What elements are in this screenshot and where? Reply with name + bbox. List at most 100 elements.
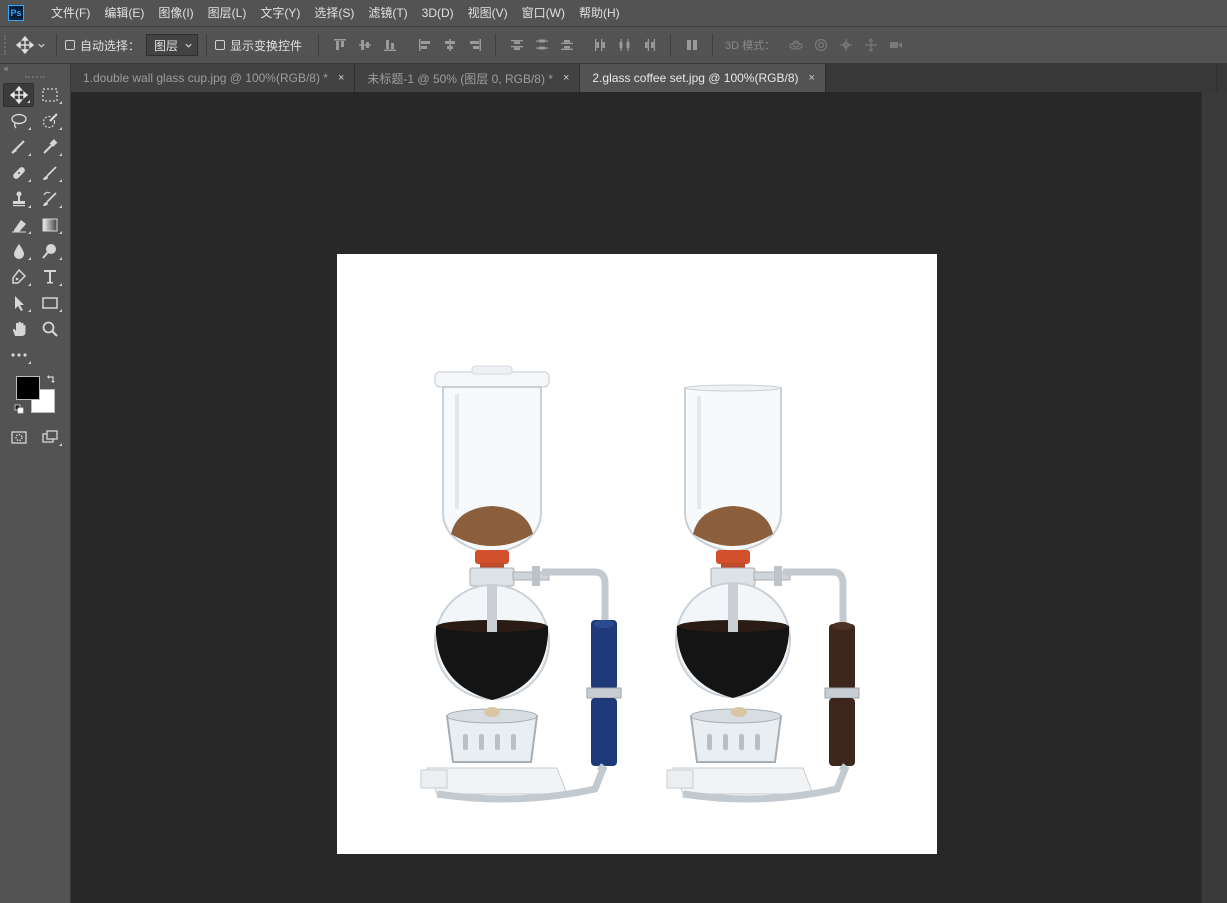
menu-image[interactable]: 图像(I) (151, 0, 200, 26)
distribute-top-edges-button[interactable] (504, 35, 529, 55)
rectangle-icon (41, 297, 58, 309)
move-icon (16, 36, 34, 54)
3d-slide-button[interactable] (858, 35, 883, 55)
move-tool[interactable] (3, 83, 34, 107)
3d-pan-button[interactable] (833, 35, 858, 55)
close-icon[interactable]: × (808, 72, 814, 84)
document-tab-title: 2.glass coffee set.jpg @ 100%(RGB/8) (592, 71, 799, 85)
healing-brush-tool[interactable] (3, 161, 34, 185)
bandage-icon (12, 167, 25, 179)
menu-3d[interactable]: 3D(D) (415, 0, 461, 26)
color-swatches (0, 372, 70, 420)
screen-mode-icon (41, 430, 58, 443)
align-right-edges-button[interactable] (462, 35, 487, 55)
hand-tool[interactable] (3, 317, 34, 341)
align-vertical-centers-button[interactable] (352, 35, 377, 55)
auto-select-label: 自动选择： (80, 38, 141, 53)
water-drop-icon (13, 244, 24, 259)
divider (712, 34, 714, 56)
gradient-tool[interactable] (34, 213, 65, 237)
show-transform-checkbox[interactable] (215, 40, 226, 50)
lasso-tool[interactable] (3, 109, 34, 133)
distribute-right-edges-button[interactable] (637, 35, 662, 55)
history-brush-icon (42, 191, 57, 206)
eraser-icon (11, 220, 26, 233)
distribute-vertical-centers-button[interactable] (529, 35, 554, 55)
foreground-color-swatch[interactable] (16, 376, 40, 400)
syphon-coffee-makers-image (420, 365, 860, 803)
zoom-tool[interactable] (34, 317, 65, 341)
quick-mask-button[interactable] (3, 425, 34, 449)
distribute-horizontal-centers-button[interactable] (612, 35, 637, 55)
3d-orbit-button[interactable] (783, 35, 808, 55)
type-icon (43, 270, 56, 284)
swap-colors-icon[interactable] (46, 374, 56, 384)
history-brush-tool[interactable] (34, 187, 65, 211)
auto-select-checkbox[interactable] (65, 40, 75, 50)
eraser-tool[interactable] (3, 213, 34, 237)
canvas-workspace[interactable] (71, 92, 1201, 903)
blur-tool[interactable] (3, 239, 34, 263)
align-top-icon (333, 39, 346, 50)
quick-selection-tool[interactable] (34, 109, 65, 133)
brush-tool[interactable] (34, 161, 65, 185)
menu-bar: Ps 文件(F) 编辑(E) 图像(I) 图层(L) 文字(Y) 选择(S) 滤… (0, 0, 1227, 26)
rectangular-marquee-tool[interactable] (34, 83, 65, 107)
menu-select[interactable]: 选择(S) (307, 0, 361, 26)
distribute-left-edges-button[interactable] (587, 35, 612, 55)
dodge-tool[interactable] (34, 239, 65, 263)
document-tab[interactable]: 1.double wall glass cup.jpg @ 100%(RGB/8… (71, 64, 356, 92)
auto-align-layers-button[interactable] (679, 35, 704, 55)
menu-window[interactable]: 窗口(W) (515, 0, 572, 26)
edit-toolbar-button[interactable] (3, 343, 34, 367)
menu-filter[interactable]: 滤镜(T) (361, 0, 414, 26)
close-icon[interactable]: × (563, 72, 569, 84)
rectangle-tool[interactable] (34, 291, 65, 315)
tools-panel: « (0, 64, 71, 903)
pen-icon (11, 268, 26, 284)
crop-tool[interactable] (3, 135, 34, 159)
menu-file[interactable]: 文件(F) (44, 0, 97, 26)
document-tab-active[interactable]: 2.glass coffee set.jpg @ 100%(RGB/8) × (580, 64, 826, 92)
divider (318, 34, 320, 56)
photoshop-window: Ps 文件(F) 编辑(E) 图像(I) 图层(L) 文字(Y) 选择(S) 滤… (0, 0, 1227, 903)
close-icon[interactable]: × (338, 72, 344, 84)
document-canvas[interactable] (337, 254, 937, 854)
menu-help[interactable]: 帮助(H) (572, 0, 627, 26)
right-siphon (666, 384, 860, 803)
distribute-bottom-edges-button[interactable] (554, 35, 579, 55)
move-tool-preset-picker[interactable] (14, 33, 48, 57)
menu-type[interactable]: 文字(Y) (253, 0, 307, 26)
pen-tool[interactable] (3, 265, 34, 289)
tools-panel-grip[interactable] (0, 74, 70, 82)
3d-roll-button[interactable] (808, 35, 833, 55)
screen-mode-button[interactable] (34, 425, 65, 449)
collapse-panel-button[interactable]: « (0, 64, 70, 74)
more-dots-icon (10, 353, 27, 357)
menu-edit[interactable]: 编辑(E) (97, 0, 151, 26)
options-bar-grip[interactable] (4, 35, 14, 55)
divider (495, 34, 497, 56)
path-selection-tool[interactable] (3, 291, 34, 315)
magnifier-icon (42, 321, 58, 337)
clone-stamp-tool[interactable] (3, 187, 34, 211)
menu-view[interactable]: 视图(V) (461, 0, 515, 26)
align-left-edges-button[interactable] (412, 35, 437, 55)
type-tool[interactable] (34, 265, 65, 289)
default-colors-icon[interactable] (14, 404, 24, 414)
vertical-scrollbar[interactable] (1201, 92, 1227, 903)
show-transform-label: 显示变换控件 (230, 38, 303, 53)
distribute-hcenter-icon (619, 39, 630, 51)
3d-camera-button[interactable] (883, 35, 908, 55)
align-left-icon (418, 39, 430, 51)
divider (670, 34, 672, 56)
3d-mode-label: 3D 模式： (725, 40, 776, 52)
auto-select-target-dropdown[interactable]: 图层 (146, 34, 199, 56)
menu-layer[interactable]: 图层(L) (201, 0, 254, 26)
document-tab[interactable]: 未标题-1 @ 50% (图层 0, RGB/8) * × (355, 64, 581, 92)
auto-select-target-value: 图层 (154, 38, 179, 53)
align-top-edges-button[interactable] (327, 35, 352, 55)
align-horizontal-centers-button[interactable] (437, 35, 462, 55)
align-bottom-edges-button[interactable] (377, 35, 402, 55)
eyedropper-tool[interactable] (34, 135, 65, 159)
